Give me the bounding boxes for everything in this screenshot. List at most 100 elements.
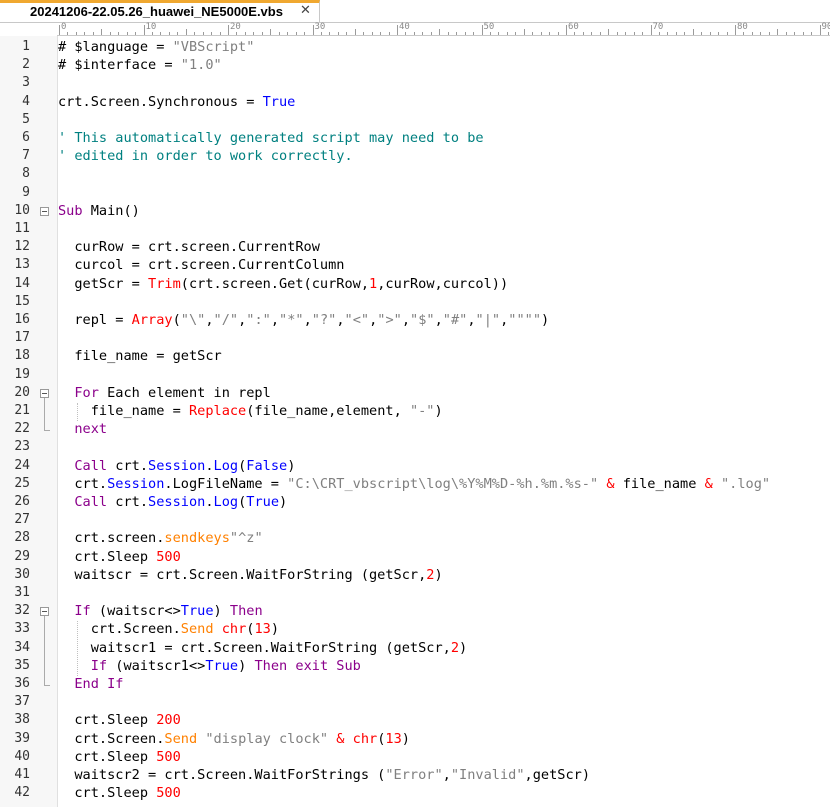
code-line[interactable]: getScr = Trim(crt.screen.Get(curRow,1,cu… [58, 276, 508, 292]
code-line[interactable]: repl = Array("\","/",":","*","?","<",">"… [58, 312, 549, 328]
code-token: crt.Sleep [58, 748, 157, 765]
code-line[interactable]: Sub Main() [58, 203, 140, 219]
code-line[interactable]: End If [58, 676, 123, 692]
ruler-tick [616, 32, 618, 35]
code-line[interactable]: waitscr2 = crt.Screen.WaitForStrings ("E… [58, 767, 590, 783]
fold-toggle-icon[interactable] [40, 388, 49, 398]
code-line[interactable]: crt.Sleep 500 [58, 549, 180, 565]
line-number: 25 [14, 475, 30, 491]
ruler-tick [751, 32, 753, 35]
code-line[interactable]: # $language = "VBScript" [58, 39, 254, 55]
code-line[interactable]: ' This automatically generated script ma… [58, 130, 484, 146]
line-number: 13 [14, 257, 30, 273]
code-line[interactable]: crt.Screen.Synchronous = True [58, 94, 295, 110]
code-line[interactable]: file_name = getScr [58, 348, 221, 364]
line-number: 15 [14, 293, 30, 309]
ruler-tick [447, 32, 449, 35]
ruler-tick [84, 32, 86, 35]
ruler-label: 0 [61, 22, 67, 32]
code-line[interactable]: crt.Sleep 500 [58, 785, 181, 802]
code-line[interactable]: crt.Session.LogFileName = "C:\CRT_vbscri… [58, 476, 770, 492]
ruler-tick [126, 32, 128, 35]
code-token: , [467, 312, 476, 328]
code-line[interactable]: crt.Screen.Send chr(13) [58, 621, 279, 637]
code-token: waitscr1 = crt.Screen.WaitForString (get… [58, 639, 451, 656]
line-number: 20 [14, 384, 30, 400]
code-token: 500 [156, 785, 181, 802]
code-token: Send [164, 730, 198, 747]
code-line[interactable]: crt.Sleep 200 [58, 712, 180, 728]
code-token: Trim [148, 275, 181, 292]
code-token: "?" [311, 312, 337, 328]
code-line[interactable]: If (waitscr<>True) Then [58, 603, 262, 620]
ruler-tick [481, 25, 483, 35]
code-line[interactable]: If (waitscr1<>True) Then exit Sub [58, 658, 361, 674]
code-token: ">" [377, 312, 402, 328]
code-line[interactable]: curcol = crt.screen.CurrentColumn [58, 257, 344, 273]
code-line[interactable]: crt.screen.sendkeys"^z" [58, 530, 262, 546]
code-line[interactable]: For Each element in repl [58, 385, 270, 401]
ruler-tick [532, 32, 534, 35]
code-token: . [205, 494, 214, 510]
code-token: ) [238, 657, 255, 674]
ruler-label: 20 [230, 22, 241, 32]
fold-toggle-icon[interactable] [40, 206, 49, 216]
code-editor[interactable]: # $language = "VBScript" # $interface = "… [57, 36, 830, 807]
code-token: Array [131, 312, 173, 328]
line-number: 7 [22, 148, 30, 164]
code-line[interactable]: crt.Sleep 500 [58, 748, 180, 765]
ruler-tick [667, 32, 669, 35]
code-token: crt. [107, 494, 149, 510]
line-number: 3 [22, 75, 30, 91]
code-line[interactable]: file_name = Replace(file_name,element, "… [58, 403, 443, 419]
code-line[interactable]: ' edited in order to work correctly. [58, 148, 353, 164]
line-number: 27 [14, 512, 30, 528]
tab-bar: 20241206-22.05.26_huawei_NE5000E.vbs ✕ [0, 0, 830, 23]
code-token: , [303, 312, 312, 328]
code-token: 13 [254, 621, 271, 638]
code-line[interactable]: Call crt.Session.Log(True) [58, 494, 287, 510]
code-line[interactable]: # $interface = "1.0" [58, 57, 222, 73]
file-tab-title[interactable]: 20241206-22.05.26_huawei_NE5000E.vbs [30, 4, 283, 19]
fold-toggle-icon[interactable] [40, 607, 49, 617]
file-tab[interactable]: 20241206-22.05.26_huawei_NE5000E.vbs ✕ [0, 0, 320, 22]
code-token: True [262, 93, 296, 110]
code-token: True [205, 657, 239, 674]
code-token: Session [107, 475, 165, 492]
fold-end-marker [44, 685, 50, 686]
ruler-tick [591, 32, 593, 35]
code-line[interactable]: next [58, 421, 107, 437]
code-token: ) [213, 603, 230, 620]
code-token: ".log" [720, 475, 771, 492]
line-number: 8 [22, 166, 30, 182]
code-line[interactable]: curRow = crt.screen.CurrentRow [58, 239, 320, 255]
ruler-tick [582, 32, 584, 35]
ruler-tick [760, 32, 762, 35]
code-token: "*" [279, 312, 304, 328]
ruler-tick [456, 32, 458, 35]
code-token: "Error" [385, 767, 443, 783]
close-icon[interactable]: ✕ [300, 3, 311, 18]
code-token: Then exit Sub [254, 657, 361, 674]
line-number: 26 [14, 494, 30, 509]
code-token: "1.0" [180, 57, 222, 74]
ruler-tick [684, 32, 686, 35]
code-line[interactable]: waitscr = crt.Screen.WaitForString (getS… [58, 567, 442, 583]
code-line[interactable]: waitscr1 = crt.Screen.WaitForString (get… [58, 640, 467, 656]
code-token: crt.Screen.Synchronous = [58, 93, 263, 110]
ruler-tick [101, 29, 103, 35]
code-line[interactable]: Call crt.Session.Log(False) [58, 458, 295, 474]
code-token: (crt.screen.Get(curRow, [180, 275, 370, 292]
code-token: ,getScr) [524, 767, 591, 783]
ruler-tick [566, 25, 567, 35]
code-line[interactable]: crt.Screen.Send "display clock" & chr(13… [58, 731, 410, 747]
ruler-tick [261, 32, 263, 35]
ruler-tick [304, 32, 306, 35]
ruler-tick [430, 32, 432, 35]
code-token: True [246, 494, 280, 510]
line-number: 10 [14, 202, 30, 218]
code-token: "display clock" [205, 730, 329, 747]
